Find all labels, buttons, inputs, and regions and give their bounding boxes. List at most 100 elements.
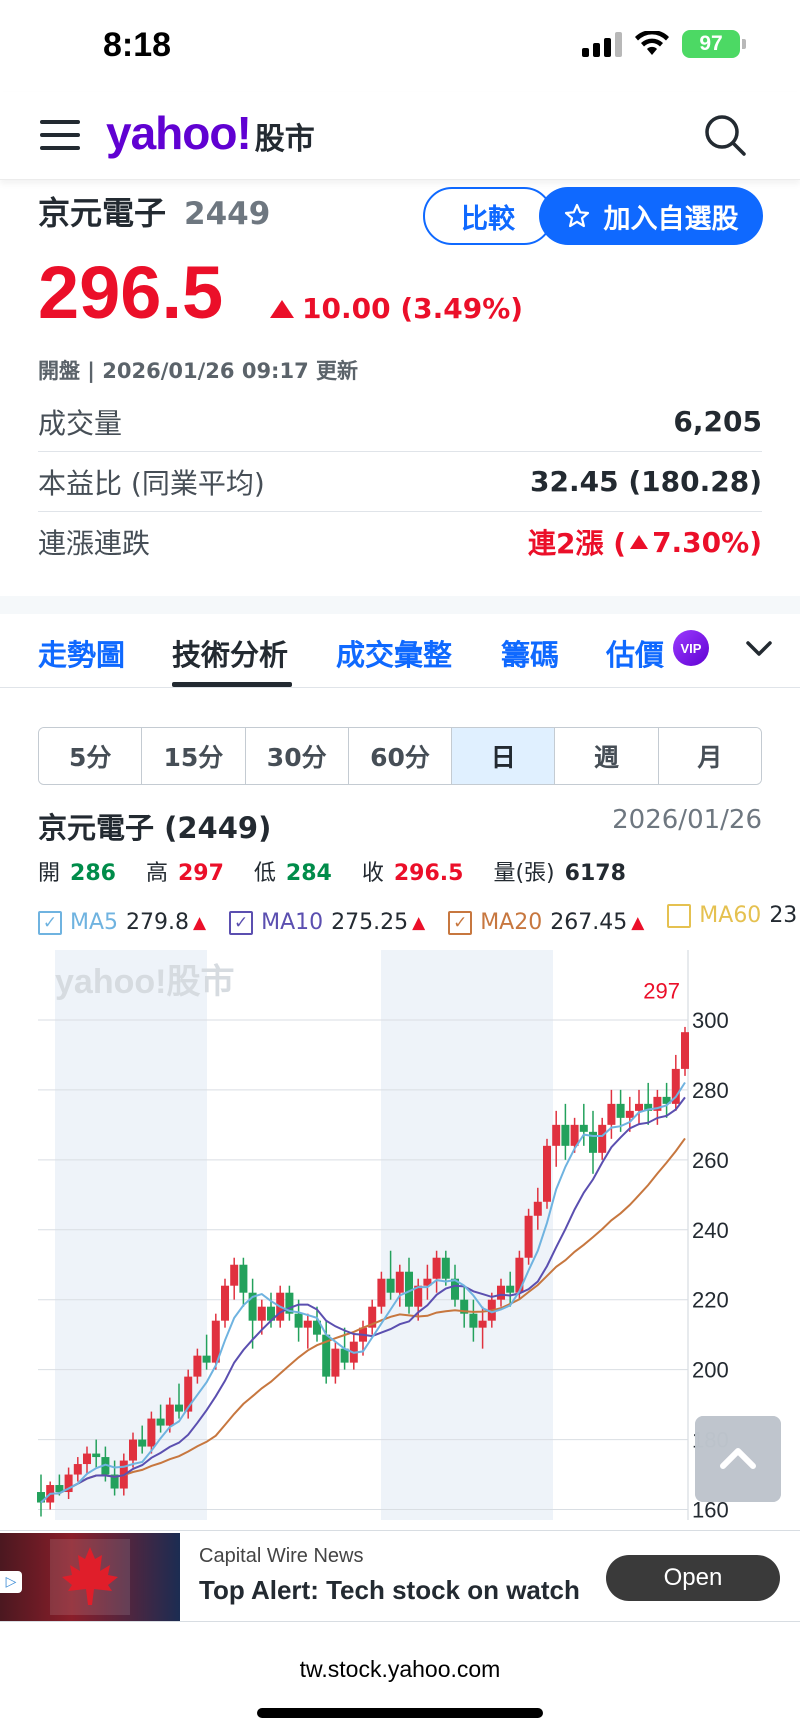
y-tick-label: 240	[692, 1218, 729, 1243]
ma-name: MA60	[699, 903, 762, 928]
candle-body	[175, 1404, 183, 1412]
status-time: 8:18	[103, 26, 172, 64]
period-60min[interactable]: 60分	[348, 728, 453, 784]
cellular-signal-icon	[582, 31, 622, 57]
candle-body	[129, 1439, 137, 1461]
candle-body	[147, 1418, 156, 1447]
y-tick-label: 300	[692, 1008, 729, 1033]
y-tick-label: 280	[692, 1078, 729, 1103]
period-30min[interactable]: 30分	[245, 728, 349, 784]
max-price-label: 297	[643, 978, 680, 1003]
tab-chips[interactable]: 籌碼	[501, 632, 559, 674]
candle-body	[515, 1257, 524, 1293]
candle-body	[386, 1278, 395, 1293]
wifi-icon	[635, 31, 669, 55]
ma20-toggle[interactable]: ✓ MA20 267.45 ▲	[448, 910, 644, 935]
scroll-to-top-button[interactable]	[695, 1416, 781, 1502]
streak-prefix: 連2漲 (	[528, 527, 627, 560]
stat-value: 6,205	[673, 405, 762, 438]
candle-body	[257, 1306, 266, 1321]
stat-row-volume: 成交量 6,205	[38, 392, 762, 452]
url-text[interactable]: tw.stock.yahoo.com	[0, 1656, 800, 1683]
candle-body	[561, 1124, 570, 1146]
active-tab-indicator	[172, 682, 292, 687]
ad-headline: Top Alert: Tech stock on watch	[199, 1575, 580, 1605]
vip-badge: VIP	[673, 630, 709, 666]
price-change-value: 10.00 (3.49%)	[302, 292, 524, 325]
ad-info-icon[interactable]: ▷	[0, 1571, 22, 1593]
candle-body	[543, 1145, 551, 1202]
section-divider	[0, 596, 800, 614]
candle-body	[441, 1257, 450, 1279]
status-bar: 8:18 97	[0, 0, 800, 92]
compare-button[interactable]: 比較	[423, 187, 553, 245]
period-month[interactable]: 月	[658, 728, 761, 784]
candle-body	[92, 1453, 101, 1458]
candle-body	[202, 1355, 211, 1363]
y-tick-label: 220	[692, 1288, 729, 1313]
tab-technical[interactable]: 技術分析	[172, 632, 288, 674]
add-watchlist-button[interactable]: 加入自選股	[539, 187, 763, 245]
period-selector: 5分 15分 30分 60分 日 週 月	[38, 727, 762, 785]
ma-legend: ✓ MA5 279.8 ▲ ✓ MA10 275.25 ▲ ✓ MA20 267…	[38, 903, 800, 937]
candle-body	[165, 1404, 174, 1426]
ma-name: MA20	[480, 910, 543, 935]
up-arrow-icon: ▲	[631, 912, 645, 933]
stat-row-pe: 本益比 (同業平均) 32.45 (180.28)	[38, 452, 762, 512]
candlestick-chart[interactable]: 300280260240220200180160yahoo!股市297	[0, 945, 800, 1523]
checkbox-icon: ✓	[448, 910, 473, 935]
candle-body	[432, 1257, 441, 1279]
candle-body	[230, 1264, 239, 1286]
candle-body	[533, 1201, 542, 1216]
stat-value: 32.45 (180.28)	[530, 465, 762, 498]
high-label: 高	[145, 861, 168, 886]
candle-body	[331, 1348, 340, 1377]
chart-date: 2026/01/26	[612, 805, 762, 835]
period-day[interactable]: 日	[452, 728, 556, 784]
period-week[interactable]: 週	[555, 728, 659, 784]
candle-body	[303, 1320, 312, 1328]
candle-body	[395, 1271, 404, 1293]
maple-leaf-icon	[50, 1539, 130, 1615]
close-value: 296.5	[393, 861, 464, 886]
ma5-toggle[interactable]: ✓ MA5 279.8 ▲	[38, 910, 206, 935]
up-arrow-icon: ▲	[193, 912, 207, 933]
candle-body	[506, 1285, 515, 1293]
ad-open-button[interactable]: Open	[606, 1555, 780, 1601]
price-change: 10.00 (3.49%)	[270, 292, 523, 325]
candle-body	[552, 1124, 561, 1146]
update-info: 開盤 | 2026/01/26 09:17 更新	[38, 359, 358, 383]
search-icon[interactable]	[702, 112, 748, 158]
period-15min[interactable]: 15分	[142, 728, 246, 784]
checkbox-icon: ✓	[38, 910, 62, 935]
candle-body	[579, 1124, 588, 1132]
menu-icon[interactable]	[40, 120, 80, 150]
tab-valuation[interactable]: 估價	[606, 632, 664, 674]
candle-body	[607, 1103, 616, 1125]
home-indicator	[257, 1708, 543, 1718]
ma10-toggle[interactable]: ✓ MA10 275.25 ▲	[229, 910, 425, 935]
y-tick-label: 260	[692, 1148, 729, 1173]
volume-label: 量(張)	[493, 861, 555, 886]
streak-percent: 7.30%)	[652, 525, 762, 559]
stat-value-streak: 連2漲 ( 7.30%)	[528, 522, 762, 562]
ma60-toggle[interactable]: MA60 23	[667, 903, 800, 928]
open-label: 開	[38, 861, 61, 886]
volume-value: 6178	[564, 861, 626, 886]
period-5min[interactable]: 5分	[39, 728, 143, 784]
candle-body	[294, 1313, 303, 1328]
tab-trades[interactable]: 成交彙整	[336, 632, 452, 674]
candle-body	[193, 1355, 202, 1377]
up-arrow-icon	[630, 535, 649, 549]
yahoo-stock-logo[interactable]: yahoo! 股市	[106, 106, 315, 160]
ma-name: MA10	[261, 910, 324, 935]
candle-body	[616, 1103, 625, 1118]
up-arrow-icon	[270, 299, 294, 318]
tab-trend[interactable]: 走勢圖	[38, 632, 125, 674]
candle-body	[239, 1264, 248, 1293]
stock-code: 2449	[184, 196, 271, 232]
candle-body	[497, 1285, 505, 1300]
candle-body	[83, 1453, 91, 1465]
chevron-down-icon[interactable]	[745, 638, 773, 660]
ad-banner[interactable]: ▷ Capital Wire News Top Alert: Tech stoc…	[0, 1530, 800, 1622]
